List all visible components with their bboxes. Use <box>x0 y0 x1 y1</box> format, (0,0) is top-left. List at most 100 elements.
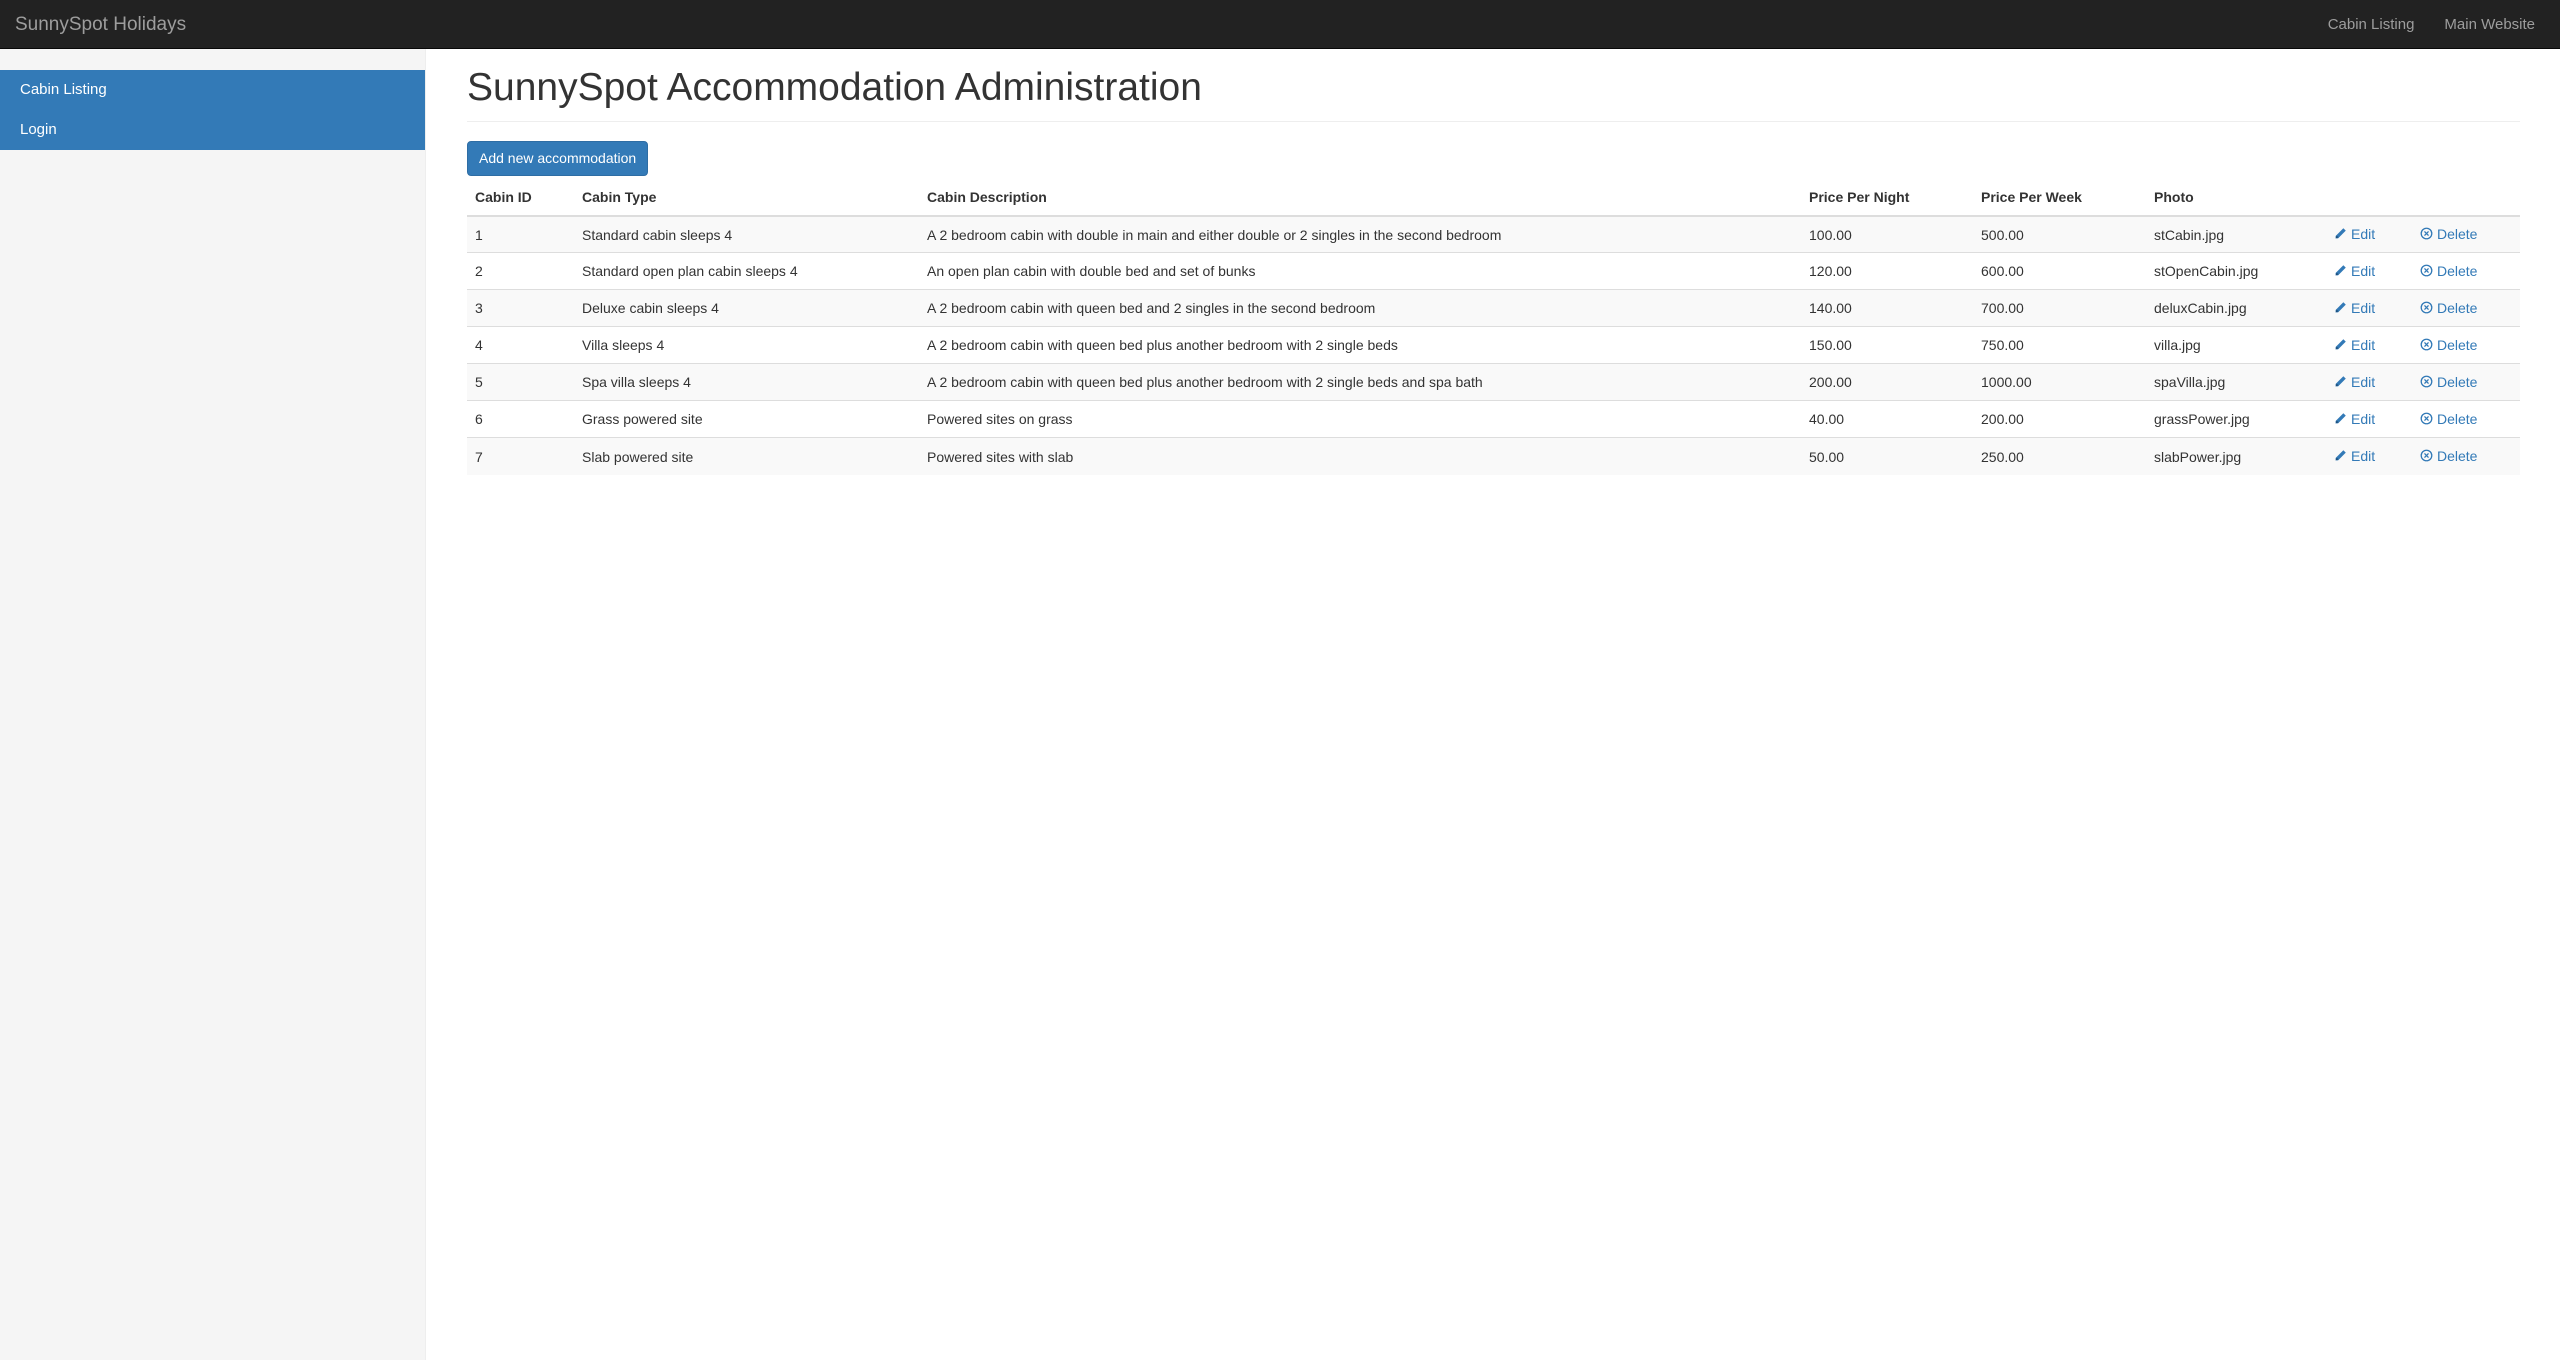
cell-price-per-night: 50.00 <box>1801 437 1973 475</box>
top-nav-links: Cabin Listing Main Website <box>2313 0 2560 49</box>
delete-cell: Delete <box>2412 400 2520 438</box>
delete-label: Delete <box>2437 225 2478 242</box>
table-header-row: Cabin ID Cabin Type Cabin Description Pr… <box>467 178 2520 217</box>
cell-cabin-id: 2 <box>467 252 574 290</box>
main-content: SunnySpot Accommodation Administration A… <box>467 49 2520 475</box>
cell-cabin-description: A 2 bedroom cabin with queen bed plus an… <box>919 363 1801 401</box>
cell-cabin-type: Standard cabin sleeps 4 <box>574 215 919 253</box>
delete-label: Delete <box>2437 373 2478 390</box>
edit-link[interactable]: Edit <box>2334 226 2375 242</box>
header-cabin-type: Cabin Type <box>574 178 919 217</box>
edit-link[interactable]: Edit <box>2334 448 2375 464</box>
cell-photo: spaVilla.jpg <box>2146 363 2326 401</box>
edit-link[interactable]: Edit <box>2334 263 2375 279</box>
header-cabin-description: Cabin Description <box>919 178 1801 217</box>
delete-link[interactable]: Delete <box>2420 226 2477 242</box>
edit-label: Edit <box>2351 336 2376 353</box>
header-price-per-night: Price Per Night <box>1801 178 1973 217</box>
edit-label: Edit <box>2351 373 2376 390</box>
edit-cell: Edit <box>2326 289 2412 327</box>
cell-price-per-week: 1000.00 <box>1973 363 2146 401</box>
delete-cell: Delete <box>2412 437 2520 475</box>
pencil-icon <box>2335 450 2346 461</box>
header-photo: Photo <box>2146 178 2326 217</box>
cell-price-per-week: 250.00 <box>1973 437 2146 475</box>
cell-cabin-type: Deluxe cabin sleeps 4 <box>574 289 919 327</box>
pencil-icon <box>2335 302 2346 313</box>
edit-label: Edit <box>2351 299 2376 316</box>
remove-circle-icon <box>2420 264 2433 277</box>
delete-link[interactable]: Delete <box>2420 374 2477 390</box>
delete-cell: Delete <box>2412 326 2520 364</box>
edit-link[interactable]: Edit <box>2334 374 2375 390</box>
header-delete-blank <box>2412 178 2520 217</box>
edit-label: Edit <box>2351 225 2376 242</box>
delete-cell: Delete <box>2412 363 2520 401</box>
table-row: 5 Spa villa sleeps 4A 2 bedroom cabin wit… <box>467 363 2520 401</box>
cell-cabin-id: 1 <box>467 215 574 253</box>
cell-price-per-week: 700.00 <box>1973 289 2146 327</box>
topnav-cabin-listing[interactable]: Cabin Listing <box>2313 0 2430 49</box>
remove-circle-icon <box>2420 338 2433 351</box>
remove-circle-icon <box>2420 449 2433 462</box>
cell-price-per-night: 100.00 <box>1801 215 1973 253</box>
cell-photo: stOpenCabin.jpg <box>2146 252 2326 290</box>
header-edit-blank <box>2326 178 2412 217</box>
delete-link[interactable]: Delete <box>2420 300 2477 316</box>
delete-label: Delete <box>2437 410 2478 427</box>
edit-label: Edit <box>2351 410 2376 427</box>
add-accommodation-button[interactable]: Add new accommodation <box>467 140 649 176</box>
pencil-icon <box>2335 339 2346 350</box>
topnav-main-website[interactable]: Main Website <box>2429 0 2550 49</box>
edit-cell: Edit <box>2326 252 2412 290</box>
delete-label: Delete <box>2437 299 2478 316</box>
cell-price-per-week: 500.00 <box>1973 215 2146 253</box>
cell-photo: deluxCabin.jpg <box>2146 289 2326 327</box>
delete-cell: Delete <box>2412 215 2520 253</box>
cell-photo: stCabin.jpg <box>2146 215 2326 253</box>
sidebar-item-cabin-listing[interactable]: Cabin Listing <box>0 70 425 110</box>
cell-photo: grassPower.jpg <box>2146 400 2326 438</box>
delete-link[interactable]: Delete <box>2420 448 2477 464</box>
delete-label: Delete <box>2437 447 2478 464</box>
cell-cabin-description: Powered sites with slab <box>919 437 1801 475</box>
cabin-table: Cabin ID Cabin Type Cabin Description Pr… <box>467 178 2520 475</box>
header-cabin-id: Cabin ID <box>467 178 574 217</box>
delete-label: Delete <box>2437 336 2478 353</box>
top-navbar: SunnySpot Holidays Cabin Listing Main We… <box>0 0 2560 49</box>
cell-cabin-type: Grass powered site <box>574 400 919 438</box>
cell-cabin-description: Powered sites on grass <box>919 400 1801 438</box>
table-row: 3 Deluxe cabin sleeps 4A 2 bedroom cabin … <box>467 289 2520 327</box>
cell-price-per-night: 200.00 <box>1801 363 1973 401</box>
table-row: 6 Grass powered site Powered sites on gras… <box>467 400 2520 438</box>
cell-cabin-id: 4 <box>467 326 574 364</box>
cell-price-per-week: 600.00 <box>1973 252 2146 290</box>
sidebar-nav: Cabin Listing Login <box>0 70 425 150</box>
pencil-icon <box>2335 376 2346 387</box>
brand-link[interactable]: SunnySpot Holidays <box>0 0 186 49</box>
cell-cabin-id: 6 <box>467 400 574 438</box>
cell-photo: slabPower.jpg <box>2146 437 2326 475</box>
cell-cabin-type: Standard open plan cabin sleeps 4 <box>574 252 919 290</box>
delete-link[interactable]: Delete <box>2420 263 2477 279</box>
remove-circle-icon <box>2420 375 2433 388</box>
sidebar-item-login[interactable]: Login <box>0 110 425 150</box>
delete-link[interactable]: Delete <box>2420 411 2477 427</box>
edit-cell: Edit <box>2326 363 2412 401</box>
cell-cabin-id: 5 <box>467 363 574 401</box>
table-row: 2 Standard open plan cabin sleeps 4 An ope… <box>467 252 2520 290</box>
edit-link[interactable]: Edit <box>2334 300 2375 316</box>
delete-link[interactable]: Delete <box>2420 337 2477 353</box>
delete-cell: Delete <box>2412 289 2520 327</box>
table-row: 7 Slab powered site Powered sites with sla… <box>467 437 2520 475</box>
edit-link[interactable]: Edit <box>2334 337 2375 353</box>
sidebar: Cabin Listing Login <box>0 49 426 1360</box>
cell-cabin-id: 7 <box>467 437 574 475</box>
edit-link[interactable]: Edit <box>2334 411 2375 427</box>
edit-label: Edit <box>2351 447 2376 464</box>
cell-cabin-description: A 2 bedroom cabin with queen bed plus an… <box>919 326 1801 364</box>
remove-circle-icon <box>2420 412 2433 425</box>
edit-cell: Edit <box>2326 437 2412 475</box>
cell-cabin-type: Slab powered site <box>574 437 919 475</box>
cell-cabin-type: Villa sleeps 4 <box>574 326 919 364</box>
